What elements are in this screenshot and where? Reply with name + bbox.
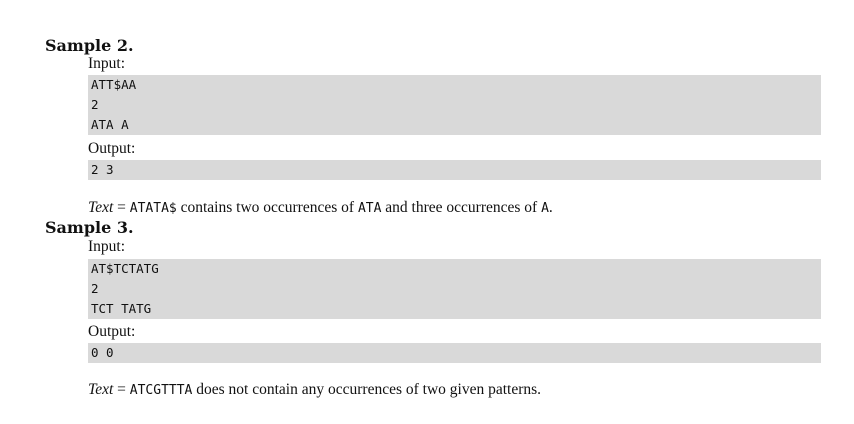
note-var: Text [88, 199, 114, 216]
note-text-value: ATATA$ [129, 201, 177, 216]
code-line: ATA A [91, 117, 129, 132]
note-text: contains two occurrences of [176, 199, 358, 216]
note-var: Text [88, 381, 114, 398]
note-pattern: A [541, 201, 549, 216]
sample-3-input-label: Input: [88, 238, 126, 255]
sample-2-title: Sample 2. [45, 36, 134, 55]
note-eq: = [113, 381, 130, 398]
code-line: ATT$AA [91, 77, 137, 92]
note-text: does not contain any occurrences of two … [192, 381, 542, 398]
code-line: 2 3 [91, 162, 114, 177]
sample-2-output-label: Output: [88, 140, 136, 157]
sample-3-output-label: Output: [88, 323, 136, 340]
sample-3-title: Sample 3. [45, 218, 134, 237]
note-eq: = [113, 199, 130, 216]
sample-3-note: Text = ATCGTTTA does not contain any occ… [88, 381, 541, 399]
note-text-value: ATCGTTTA [129, 383, 193, 398]
sample-2-output-box: 2 3 [88, 160, 821, 180]
sample-2-input-box: ATT$AA 2 ATA A [88, 75, 821, 135]
note-pattern: ATA [357, 201, 382, 216]
note-text: . [548, 199, 553, 216]
code-line: 2 [91, 281, 99, 296]
code-line: TCT TATG [91, 301, 152, 316]
code-line: AT$TCTATG [91, 261, 159, 276]
sample-3-output-box: 0 0 [88, 343, 821, 363]
code-line: 2 [91, 97, 99, 112]
code-line: 0 0 [91, 345, 114, 360]
note-text: and three occurrences of [381, 199, 542, 216]
sample-3-input-box: AT$TCTATG 2 TCT TATG [88, 259, 821, 319]
sample-2-note: Text = ATATA$ contains two occurrences o… [88, 199, 553, 217]
sample-2-input-label: Input: [88, 55, 126, 72]
